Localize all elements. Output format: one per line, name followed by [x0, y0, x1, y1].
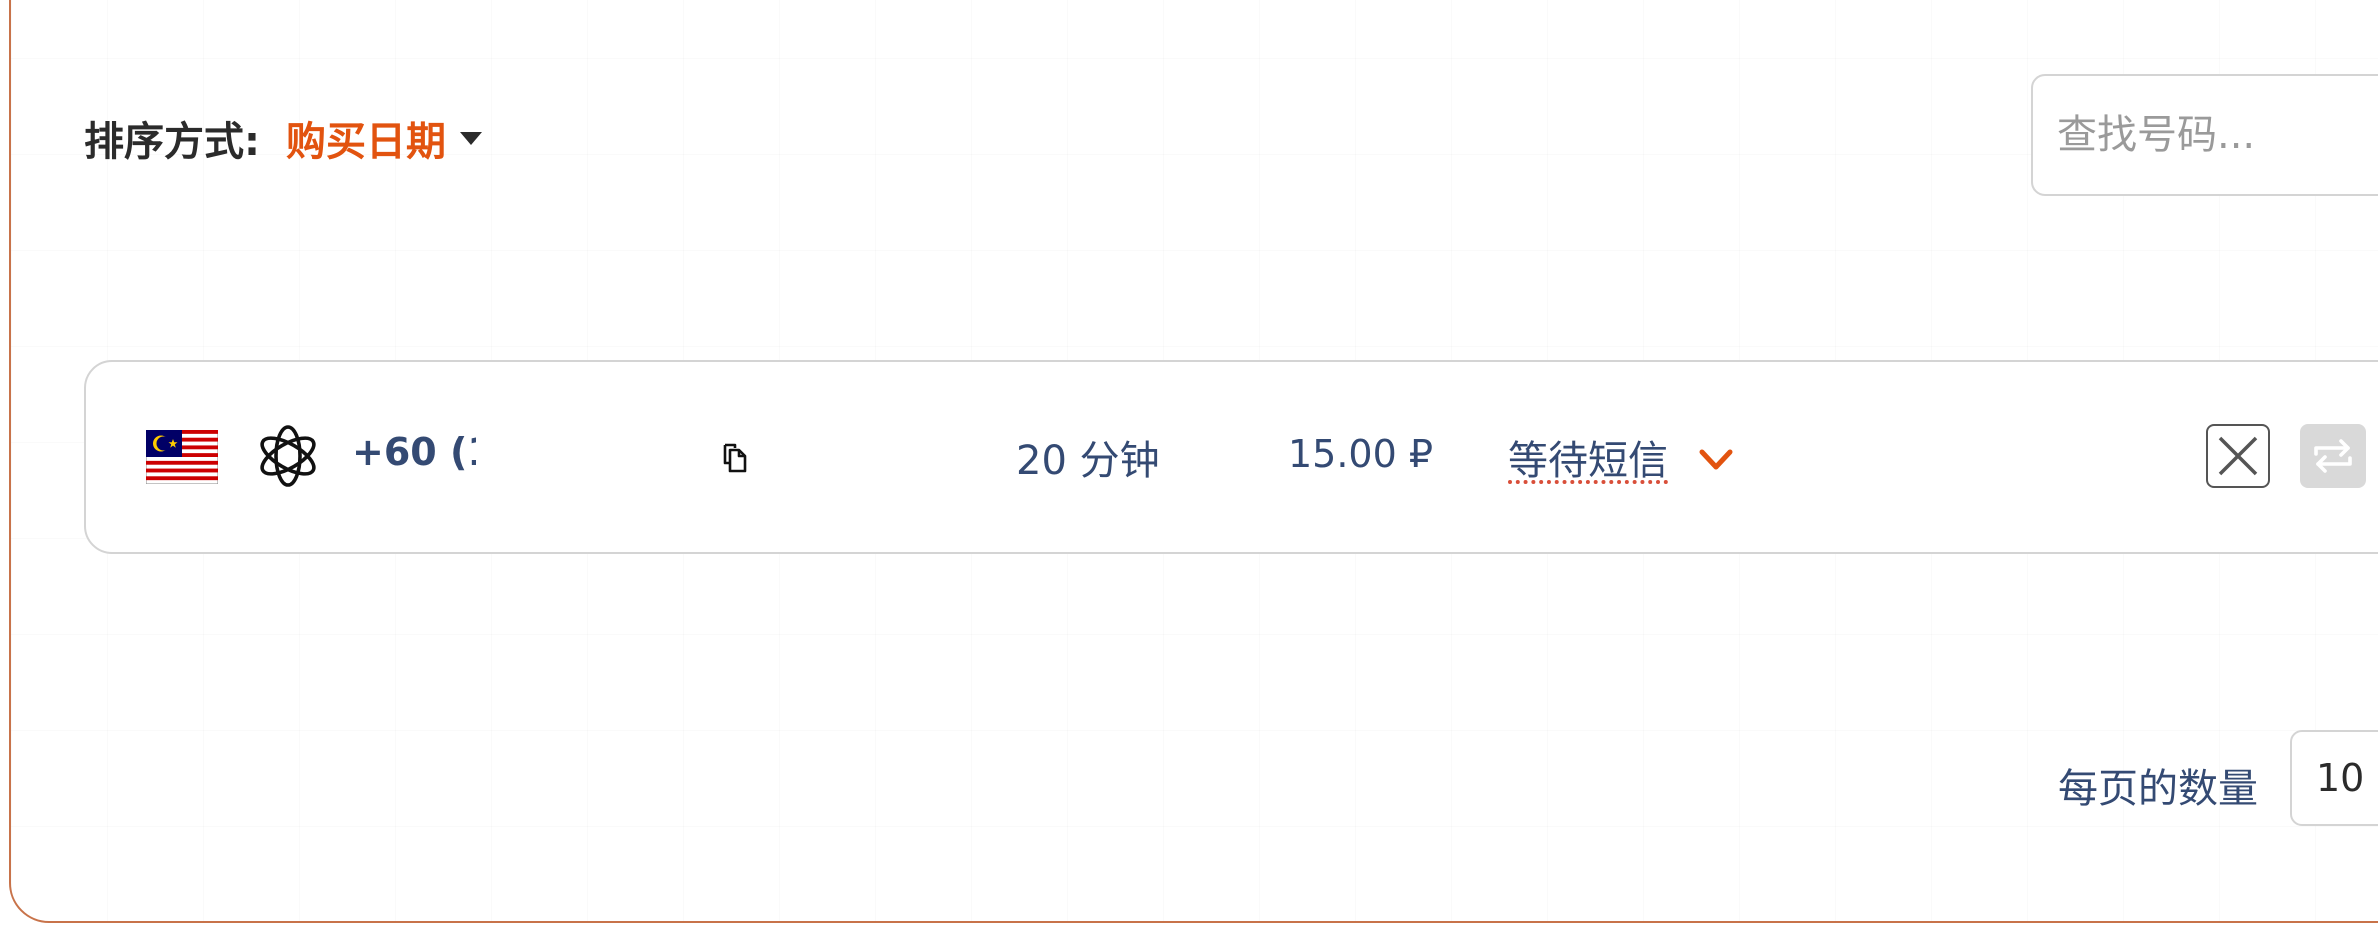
cancel-button[interactable]	[2206, 424, 2270, 488]
sort-label: 排序方式:	[84, 119, 260, 165]
phone-number[interactable]: +60 (1	[352, 430, 476, 474]
close-icon	[2218, 436, 2258, 476]
chevron-down-icon[interactable]	[1696, 446, 1736, 474]
sort-value-dropdown[interactable]: 购买日期	[286, 109, 446, 167]
per-page-value: 10	[2316, 756, 2365, 800]
sort-control: 排序方式: 购买日期	[84, 109, 482, 167]
caret-down-icon[interactable]	[460, 131, 482, 145]
search-input[interactable]	[2031, 74, 2378, 196]
price: 15.00 ₽	[1288, 432, 1434, 476]
malaysia-flag-icon	[146, 430, 218, 484]
openai-icon	[260, 425, 316, 487]
copy-icon[interactable]	[718, 441, 752, 475]
per-page-label: 每页的数量	[2058, 766, 2258, 812]
repeat-icon	[2314, 439, 2352, 473]
status-text: 等待短信	[1508, 438, 1668, 484]
time-remaining: 20 分钟	[1016, 438, 1160, 484]
replace-button[interactable]	[2300, 424, 2366, 488]
per-page-select[interactable]: 10	[2290, 730, 2378, 826]
order-row: +60 (1 20 分钟 15.00 ₽ 等待短信	[84, 360, 2378, 554]
